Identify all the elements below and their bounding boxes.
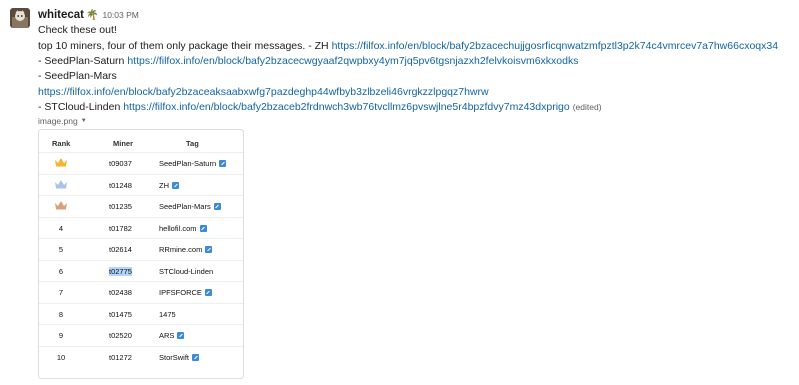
line-text: Check these out! [38, 24, 117, 36]
filfox-link-stcloud-linden[interactable]: https://filfox.info/en/block/bafy2bzaceb… [123, 101, 570, 113]
message-line-1: Check these out! [38, 24, 117, 37]
avatar-image [10, 8, 30, 28]
tag-label: STCloud-Linden [159, 266, 214, 276]
miner-tag: ARS [159, 331, 185, 340]
miner-id: t02438 [109, 288, 132, 297]
bronze-crown-icon [39, 200, 83, 212]
message-line-3: - SeedPlan-Saturn https://filfox.info/en… [38, 55, 578, 68]
miner-tag: ZH [159, 181, 179, 190]
tag-label: RRmine.com [159, 245, 203, 254]
tag-label: IPFSFORCE [159, 288, 202, 297]
rank-value: 6 [58, 266, 64, 276]
attachment-filename: image.png [38, 116, 78, 126]
table-row: 6 t02775 STCloud-Linden [39, 259, 243, 282]
header-tag: Tag [186, 139, 199, 148]
miner-id: t02614 [109, 245, 132, 254]
table-row: t01248 ZH [39, 173, 243, 196]
rank-value: 4 [58, 223, 64, 233]
miner-id: t01782 [109, 223, 132, 233]
message-line-6: - STCloud-Linden https://filfox.info/en/… [38, 101, 602, 114]
filfox-link-zh[interactable]: https://filfox.info/en/block/bafy2bzacec… [332, 40, 779, 52]
table-row: 5 t02614 RRmine.com [39, 238, 243, 260]
tag-label: ARS [159, 331, 175, 340]
user-avatar[interactable] [10, 8, 30, 28]
external-link-icon [205, 246, 213, 253]
external-link-icon [204, 289, 212, 296]
gold-crown-icon [39, 157, 83, 169]
rank-value: 5 [58, 245, 64, 254]
attachment-filename-toggle[interactable]: image.png ▼ [38, 116, 87, 126]
external-link-icon [213, 203, 221, 210]
silver-crown-icon [39, 179, 83, 191]
caret-down-icon: ▼ [80, 118, 87, 124]
miner-tag: STCloud-Linden [159, 267, 213, 276]
tag-label: StorSwift [159, 352, 190, 362]
message-line-5: https://filfox.info/en/block/bafy2bzacea… [38, 86, 489, 99]
external-link-icon [219, 160, 227, 167]
message-header: whitecat 🌴 10:03 PM [38, 9, 139, 23]
rank-value: 8 [58, 309, 64, 319]
filfox-link-seedplan-mars[interactable]: https://filfox.info/en/block/bafy2bzacea… [38, 86, 489, 98]
rank-value: 10 [56, 352, 66, 362]
external-link-icon [192, 353, 200, 361]
miner-tag: hellofil.com [159, 224, 207, 233]
table-row: 8 t01475 1475 [39, 302, 243, 325]
header-rank: Rank [52, 139, 71, 148]
miner-id: t02520 [109, 331, 132, 340]
line-text: - SeedPlan-Saturn [38, 55, 128, 67]
table-row: 4 t01782 hellofil.com [39, 216, 243, 239]
username[interactable]: whitecat [38, 9, 84, 21]
tag-label: 1475 [159, 309, 176, 319]
message-line-4: - SeedPlan-Mars [38, 70, 117, 83]
table-row: t09037 SeedPlan-Saturn [39, 152, 243, 174]
header-miner: Miner [113, 139, 134, 148]
status-emoji-palm-icon: 🌴 [86, 10, 99, 21]
tag-label: SeedPlan-Saturn [159, 159, 217, 168]
message-line-2: top 10 miners, four of them only package… [38, 40, 778, 53]
miner-tag: IPFSFORCE [159, 288, 212, 297]
miner-id: t01272 [109, 352, 132, 362]
miner-tag: SeedPlan-Mars [159, 202, 221, 211]
timestamp[interactable]: 10:03 PM [102, 10, 138, 20]
miner-id: t02775 [109, 266, 132, 276]
rank-value: 7 [58, 288, 64, 297]
filfox-link-seedplan-saturn[interactable]: https://filfox.info/en/block/bafy2bzacec… [127, 55, 578, 67]
table-row: 7 t02438 IPFSFORCE [39, 281, 243, 303]
miner-id: t09037 [109, 159, 132, 168]
external-link-icon [177, 332, 185, 339]
miner-id: t01235 [109, 202, 132, 211]
tag-label: SeedPlan-Mars [159, 202, 211, 211]
miner-tag: StorSwift [159, 352, 200, 362]
table-header: Rank Miner Tag [39, 130, 243, 154]
table-row: t01235 SeedPlan-Mars [39, 195, 243, 217]
line-text: - STCloud-Linden [38, 101, 124, 113]
tag-label: ZH [159, 180, 169, 190]
attachment-image[interactable]: Rank Miner Tag t09037 SeedPlan-Saturn t012… [38, 129, 244, 379]
miner-tag: RRmine.com [159, 245, 213, 254]
table-row: 10 t01272 StorSwift [39, 345, 243, 368]
edited-label: (edited) [572, 102, 602, 112]
message: whitecat 🌴 10:03 PM Check these out! top… [0, 0, 799, 385]
external-link-icon [172, 181, 179, 189]
miner-tag: 1475 [159, 310, 176, 319]
miner-id: t01475 [109, 309, 132, 319]
rank-value: 9 [58, 331, 64, 340]
external-link-icon [199, 224, 207, 232]
line-text: top 10 miners, four of them only package… [38, 40, 332, 52]
miner-id: t01248 [109, 180, 132, 190]
miner-tag: SeedPlan-Saturn [159, 159, 227, 168]
table-row: 9 t02520 ARS [39, 324, 243, 346]
line-text: - SeedPlan-Mars [38, 70, 117, 82]
tag-label: hellofil.com [159, 223, 197, 233]
